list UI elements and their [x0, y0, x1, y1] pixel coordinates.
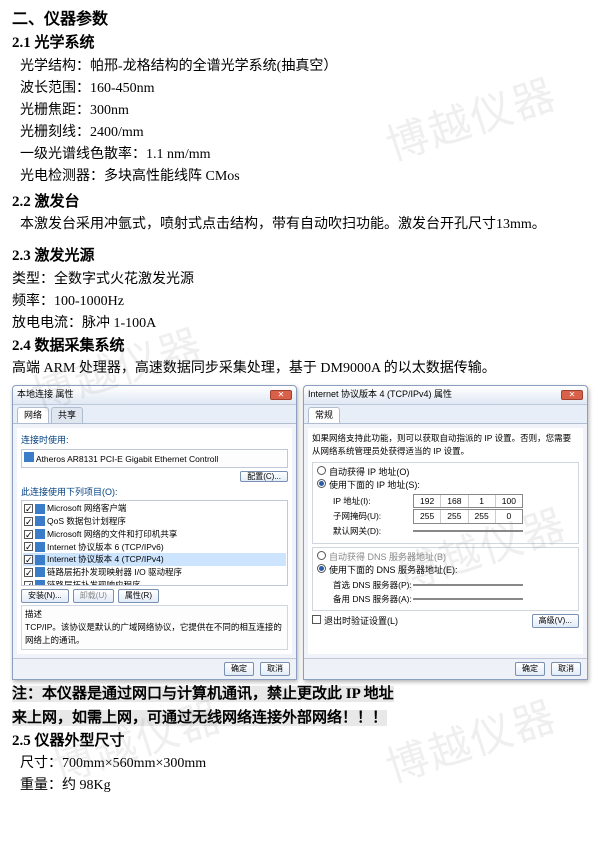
checkbox-icon[interactable] — [24, 555, 33, 564]
checkbox-icon[interactable] — [24, 504, 33, 513]
spec-line: 光电检测器：多块高性能线阵 CMos — [12, 166, 588, 187]
component-icon — [35, 580, 45, 586]
uninstall-button[interactable]: 卸载(U) — [73, 589, 114, 603]
section-22-body: 本激发台采用冲氩式，喷射式点击结构，带有自动吹扫功能。激发台开孔尺寸13mm。 — [12, 214, 588, 235]
list-item: Internet 协议版本 6 (TCP/IPv6) — [23, 541, 286, 554]
description-label: 描述 — [25, 608, 284, 621]
radio-auto-dns[interactable]: 自动获得 DNS 服务器地址(B) — [317, 551, 574, 565]
spec-line: 重量：约 98Kg — [12, 775, 588, 796]
list-item: QoS 数据包计划程序 — [23, 515, 286, 528]
titlebar: Internet 协议版本 4 (TCP/IPv4) 属性 ✕ — [304, 386, 587, 405]
adapter-name: Atheros AR8131 PCI-E Gigabit Ethernet Co… — [36, 454, 218, 464]
gateway-label: 默认网关(D): — [333, 525, 413, 538]
checkbox-icon[interactable] — [24, 530, 33, 539]
dialog-ipv4-properties: Internet 协议版本 4 (TCP/IPv4) 属性 ✕ 常规 如果网络支… — [303, 385, 588, 680]
component-icon — [35, 516, 45, 526]
radio-auto-ip[interactable]: 自动获得 IP 地址(O) — [317, 466, 574, 480]
connect-using-label: 连接时使用: — [21, 434, 288, 448]
tabs: 网络 共享 — [13, 405, 296, 425]
cancel-button[interactable]: 取消 — [260, 662, 290, 676]
properties-button[interactable]: 属性(R) — [118, 589, 159, 603]
list-item: Internet 协议版本 4 (TCP/IPv4) — [23, 553, 286, 566]
screenshots-row: 本地连接 属性 ✕ 网络 共享 连接时使用: Atheros AR8131 PC… — [12, 385, 588, 680]
component-icon — [35, 529, 45, 539]
description-body: TCP/IP。该协议是默认的广域网络协议，它提供在不同的相互连接的网络上的通讯。 — [25, 621, 284, 647]
install-button[interactable]: 安装(N)... — [21, 589, 69, 603]
checkbox-icon[interactable] — [24, 542, 33, 551]
list-item: 链路层拓扑发现响应程序 — [23, 579, 286, 587]
items-list[interactable]: Microsoft 网络客户端 QoS 数据包计划程序 Microsoft 网络… — [21, 500, 288, 586]
advanced-button[interactable]: 高级(V)... — [532, 614, 579, 628]
spec-line: 频率：100-1000Hz — [12, 291, 588, 312]
radio-manual-dns[interactable]: 使用下面的 DNS 服务器地址(E): — [317, 564, 574, 578]
ip-address-field[interactable]: 1921681100 — [413, 494, 523, 509]
intro-text: 如果网络支持此功能，则可以获取自动指派的 IP 设置。否则，您需要从网络系统管理… — [312, 432, 579, 458]
dns2-field[interactable] — [413, 598, 523, 600]
checkbox-icon[interactable] — [24, 568, 33, 577]
dns1-field[interactable] — [413, 584, 523, 586]
tab-general[interactable]: 常规 — [308, 407, 340, 424]
spec-line: 波长范围：160-450nm — [12, 78, 588, 99]
spec-line: 光栅焦距：300nm — [12, 100, 588, 121]
window-title: 本地连接 属性 — [17, 388, 74, 402]
dns2-label: 备用 DNS 服务器(A): — [333, 593, 413, 606]
tab-share[interactable]: 共享 — [51, 407, 83, 424]
tabs: 常规 — [304, 405, 587, 425]
items-label: 此连接使用下列项目(O): — [21, 486, 288, 500]
checkbox-icon[interactable] — [24, 517, 33, 526]
gateway-field[interactable] — [413, 530, 523, 532]
spec-line: 放电电流：脉冲 1-100A — [12, 313, 588, 334]
close-icon[interactable]: ✕ — [270, 390, 292, 400]
dns1-label: 首选 DNS 服务器(P): — [333, 579, 413, 592]
list-item: 链路层拓扑发现映射器 I/O 驱动程序 — [23, 566, 286, 579]
radio-manual-ip[interactable]: 使用下面的 IP 地址(S): — [317, 479, 574, 493]
section-24-body: 高端 ARM 处理器，高速数据同步采集处理，基于 DM9000A 的以太数据传输… — [12, 358, 588, 379]
component-icon — [35, 567, 45, 577]
adapter-icon — [24, 452, 34, 462]
validate-on-exit-checkbox[interactable]: 退出时验证设置(L) — [312, 615, 398, 629]
spec-line: 尺寸：700mm×560mm×300mm — [12, 753, 588, 774]
section-24-title: 2.4 数据采集系统 — [12, 335, 588, 358]
section-21-title: 2.1 光学系统 — [12, 32, 588, 55]
section-25-title: 2.5 仪器外型尺寸 — [12, 730, 588, 753]
ok-button[interactable]: 确定 — [224, 662, 254, 676]
component-icon — [35, 542, 45, 552]
dialog-local-connection: 本地连接 属性 ✕ 网络 共享 连接时使用: Atheros AR8131 PC… — [12, 385, 297, 680]
mask-label: 子网掩码(U): — [333, 510, 413, 523]
tab-network[interactable]: 网络 — [17, 407, 49, 424]
section-22-title: 2.2 激发台 — [12, 191, 588, 214]
configure-button[interactable]: 配置(C)... — [240, 471, 288, 482]
spec-line: 一级光谱线色散率：1.1 nm/mm — [12, 144, 588, 165]
warning-note: 注：本仪器是通过网口与计算机通讯，禁止更改此 IP 地址 来上网，如需上网，可通… — [12, 682, 588, 730]
component-icon — [35, 555, 45, 565]
ok-button[interactable]: 确定 — [515, 662, 545, 676]
spec-line: 光学结构：帕邢-龙格结构的全谱光学系统(抽真空） — [12, 56, 588, 77]
checkbox-icon[interactable] — [24, 581, 33, 587]
ip-label: IP 地址(I): — [333, 495, 413, 508]
close-icon[interactable]: ✕ — [561, 390, 583, 400]
section-23-title: 2.3 激发光源 — [12, 245, 588, 268]
window-title: Internet 协议版本 4 (TCP/IPv4) 属性 — [308, 388, 452, 402]
list-item: Microsoft 网络的文件和打印机共享 — [23, 528, 286, 541]
list-item: Microsoft 网络客户端 — [23, 502, 286, 515]
spec-line: 光栅刻线：2400/mm — [12, 122, 588, 143]
titlebar: 本地连接 属性 ✕ — [13, 386, 296, 405]
section-2-title: 二、仪器参数 — [12, 8, 588, 32]
component-icon — [35, 504, 45, 514]
spec-line: 类型：全数字式火花激发光源 — [12, 269, 588, 290]
cancel-button[interactable]: 取消 — [551, 662, 581, 676]
subnet-mask-field[interactable]: 2552552550 — [413, 509, 523, 524]
